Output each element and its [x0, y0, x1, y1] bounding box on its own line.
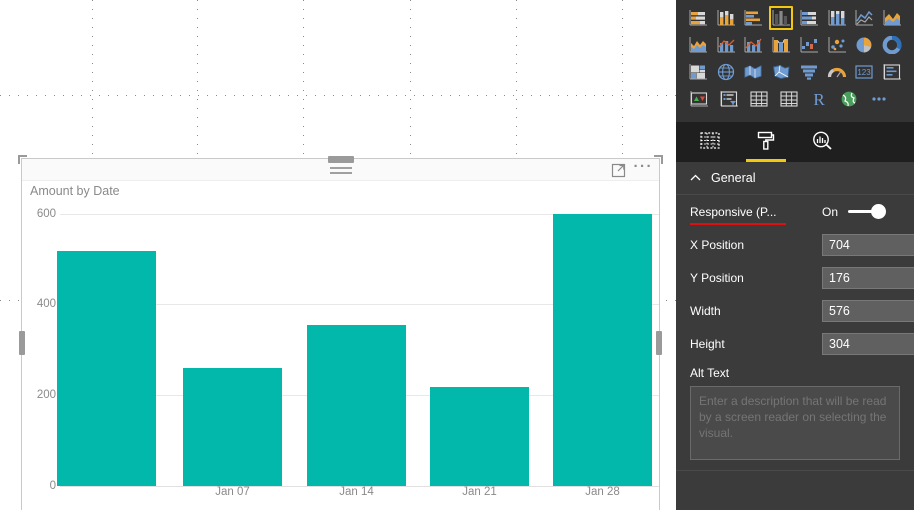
- svg-text:R: R: [813, 90, 825, 108]
- bar[interactable]: [430, 387, 529, 486]
- filled-map-icon[interactable]: [742, 60, 766, 84]
- y-position-property-row: Y Position: [676, 261, 914, 294]
- area-chart-icon[interactable]: [880, 6, 904, 30]
- responsive-toggle[interactable]: [848, 204, 887, 219]
- analytics-magnifier-icon: [813, 131, 832, 150]
- format-properties: General Responsive (P... On X Position 7…: [676, 162, 914, 498]
- x-position-input[interactable]: [822, 233, 914, 256]
- pane-tab-strip: [676, 122, 914, 162]
- multi-row-card-icon[interactable]: [880, 60, 904, 84]
- visualizations-gallery-row: [686, 33, 904, 57]
- table-icon[interactable]: [746, 87, 772, 111]
- more-visuals-icon[interactable]: [866, 87, 892, 111]
- resize-handle-top-left[interactable]: [18, 155, 27, 164]
- map-icon[interactable]: [714, 60, 738, 84]
- bar[interactable]: [553, 214, 652, 486]
- chart-plot-area: 600 400 200 0 Jan 07 Jan 14 Jan 21 Jan 28: [22, 159, 659, 510]
- bar[interactable]: [307, 325, 406, 486]
- y-axis-tick-label: 0: [49, 480, 56, 492]
- x-axis-tick-label: Jan 21: [462, 486, 497, 498]
- tab-analytics[interactable]: [802, 122, 842, 162]
- grid-line-horizontal: [0, 95, 676, 96]
- resize-handle-left[interactable]: [19, 331, 25, 355]
- x-axis-tick-label: Jan 07: [215, 486, 250, 498]
- x-axis-tick-label: Jan 28: [585, 486, 620, 498]
- stacked-area-chart-icon[interactable]: [686, 33, 710, 57]
- report-canvas[interactable]: ··· Amount by Date 600 400 200 0 Jan 07 …: [0, 0, 676, 510]
- funnel-icon[interactable]: [797, 60, 821, 84]
- 100-stacked-bar-chart-icon[interactable]: [797, 6, 821, 30]
- general-section-title: General: [711, 171, 756, 185]
- line-stacked-column-chart-icon[interactable]: [714, 33, 738, 57]
- arcgis-maps-icon[interactable]: [836, 87, 862, 111]
- gauge-icon[interactable]: [825, 60, 849, 84]
- tab-fields[interactable]: [690, 122, 730, 162]
- alt-text-input[interactable]: [690, 386, 900, 460]
- fields-icon: [700, 132, 720, 149]
- slicer-icon[interactable]: [716, 87, 742, 111]
- toggle-knob[interactable]: [871, 204, 887, 219]
- responsive-toggle-group[interactable]: On: [822, 204, 887, 219]
- y-position-label: Y Position: [690, 270, 744, 285]
- bar[interactable]: [183, 368, 282, 486]
- width-property-row: Width: [676, 294, 914, 327]
- pie-chart-icon[interactable]: [853, 33, 877, 57]
- chart-visual-container[interactable]: ··· Amount by Date 600 400 200 0 Jan 07 …: [18, 155, 663, 510]
- visualizations-gallery[interactable]: 123 R: [676, 0, 914, 122]
- visualizations-gallery-row: R: [686, 87, 904, 111]
- paint-roller-icon: [757, 131, 775, 150]
- shape-map-icon[interactable]: [769, 60, 793, 84]
- x-position-label: X Position: [690, 237, 745, 252]
- clustered-column-chart-icon[interactable]: [769, 6, 794, 30]
- treemap-icon[interactable]: [686, 60, 710, 84]
- matrix-icon[interactable]: [776, 87, 802, 111]
- width-label: Width: [690, 303, 721, 318]
- responsive-property-row: Responsive (P... On: [676, 195, 914, 228]
- height-label: Height: [690, 336, 725, 351]
- stacked-bar-chart-icon[interactable]: [686, 6, 710, 30]
- x-position-property-row: X Position: [676, 228, 914, 261]
- y-axis-tick-label: 600: [36, 208, 56, 220]
- resize-handle-right[interactable]: [656, 331, 662, 355]
- annotation-underline: [690, 222, 786, 225]
- ribbon-chart-icon[interactable]: [769, 33, 793, 57]
- y-axis-tick-label: 200: [36, 389, 56, 401]
- card-icon[interactable]: 123: [853, 60, 877, 84]
- x-axis-tick-label: Jan 14: [339, 486, 374, 498]
- y-axis-tick-label: 400: [36, 298, 56, 310]
- stacked-column-chart-icon[interactable]: [714, 6, 738, 30]
- visualizations-pane: 123 R General Responsive (P... On X Posi…: [676, 0, 914, 510]
- height-property-row: Height: [676, 327, 914, 360]
- svg-text:123: 123: [858, 68, 872, 77]
- chevron-up-icon: [690, 173, 701, 184]
- general-section-header[interactable]: General: [676, 162, 914, 195]
- next-section-partial[interactable]: [676, 470, 914, 498]
- bar[interactable]: [57, 251, 156, 486]
- waterfall-chart-icon[interactable]: [797, 33, 821, 57]
- tab-format[interactable]: [746, 122, 786, 162]
- y-position-input[interactable]: [822, 266, 914, 289]
- resize-handle-top-right[interactable]: [654, 155, 663, 164]
- height-input[interactable]: [822, 332, 914, 355]
- width-input[interactable]: [822, 299, 914, 322]
- responsive-label: Responsive (P...: [690, 205, 822, 225]
- clustered-bar-chart-icon[interactable]: [741, 6, 765, 30]
- scatter-chart-icon[interactable]: [825, 33, 849, 57]
- 100-stacked-column-chart-icon[interactable]: [825, 6, 849, 30]
- power-bi-report-editor: ··· Amount by Date 600 400 200 0 Jan 07 …: [0, 0, 914, 510]
- line-clustered-column-chart-icon[interactable]: [742, 33, 766, 57]
- visualizations-gallery-row: [686, 6, 904, 30]
- kpi-icon[interactable]: [686, 87, 712, 111]
- r-script-visual-icon[interactable]: R: [806, 87, 832, 111]
- visualizations-gallery-row: 123: [686, 60, 904, 84]
- alt-text-label: Alt Text: [690, 366, 730, 380]
- line-chart-icon[interactable]: [853, 6, 877, 30]
- donut-chart-icon[interactable]: [880, 33, 904, 57]
- responsive-toggle-state: On: [822, 204, 839, 219]
